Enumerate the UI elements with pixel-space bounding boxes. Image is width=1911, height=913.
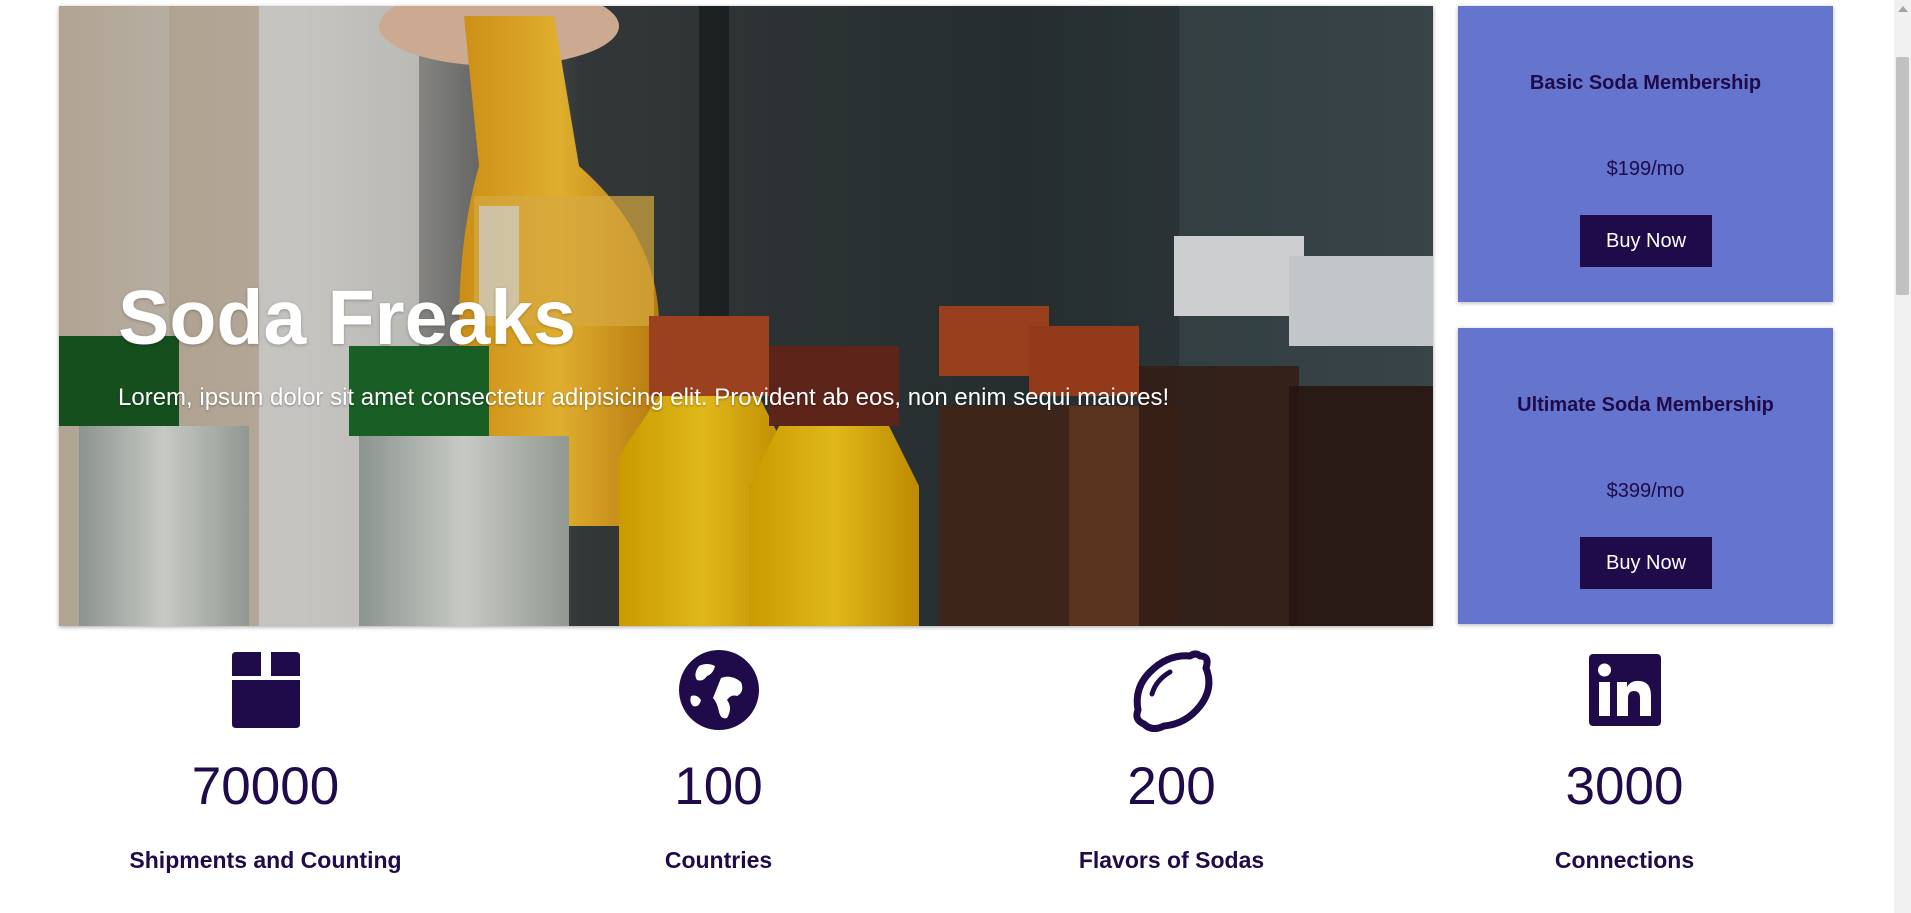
stat-label: Flavors of Sodas — [1078, 847, 1265, 873]
stat-connections: 3000 Connections — [1398, 648, 1851, 874]
stat-number: 100 — [674, 757, 763, 816]
plan-price: $399/mo — [1606, 480, 1685, 502]
stat-number: 70000 — [191, 757, 340, 816]
plan-price: $199/mo — [1606, 158, 1685, 180]
plan-name: Basic Soda Membership — [1529, 72, 1762, 94]
stat-number: 3000 — [1565, 757, 1684, 816]
hero-title: Soda Freaks — [118, 275, 576, 361]
vertical-scrollbar[interactable] — [1894, 0, 1911, 913]
linkedin-icon — [1588, 654, 1661, 726]
stat-countries: 100 Countries — [492, 648, 945, 874]
stat-label: Countries — [664, 847, 773, 873]
box-icon — [231, 652, 300, 728]
stat-number: 200 — [1127, 757, 1216, 816]
buy-now-button-basic[interactable]: Buy Now — [1580, 215, 1712, 267]
hero-banner: Soda Freaks Lorem, ipsum dolor sit amet … — [59, 6, 1433, 626]
scrollbar-thumb[interactable] — [1896, 57, 1909, 295]
stat-shipments: 70000 Shipments and Counting — [39, 648, 492, 874]
plan-card-basic: Basic Soda Membership $199/mo Buy Now — [1458, 6, 1833, 302]
hero-description: Lorem, ipsum dolor sit amet consectetur … — [118, 384, 1170, 411]
plan-card-ultimate: Ultimate Soda Membership $399/mo Buy Now — [1458, 328, 1833, 624]
stat-label: Shipments and Counting — [129, 847, 402, 873]
scroll-up-arrow-icon[interactable] — [1898, 6, 1908, 12]
globe-icon — [678, 650, 759, 730]
plan-name: Ultimate Soda Membership — [1517, 394, 1774, 416]
page: Soda Freaks Lorem, ipsum dolor sit amet … — [0, 0, 1911, 913]
stat-flavors: 200 Flavors of Sodas — [945, 648, 1398, 874]
buy-now-button-ultimate[interactable]: Buy Now — [1580, 537, 1712, 589]
stat-label: Connections — [1554, 847, 1695, 873]
lemon-icon — [1132, 650, 1212, 732]
